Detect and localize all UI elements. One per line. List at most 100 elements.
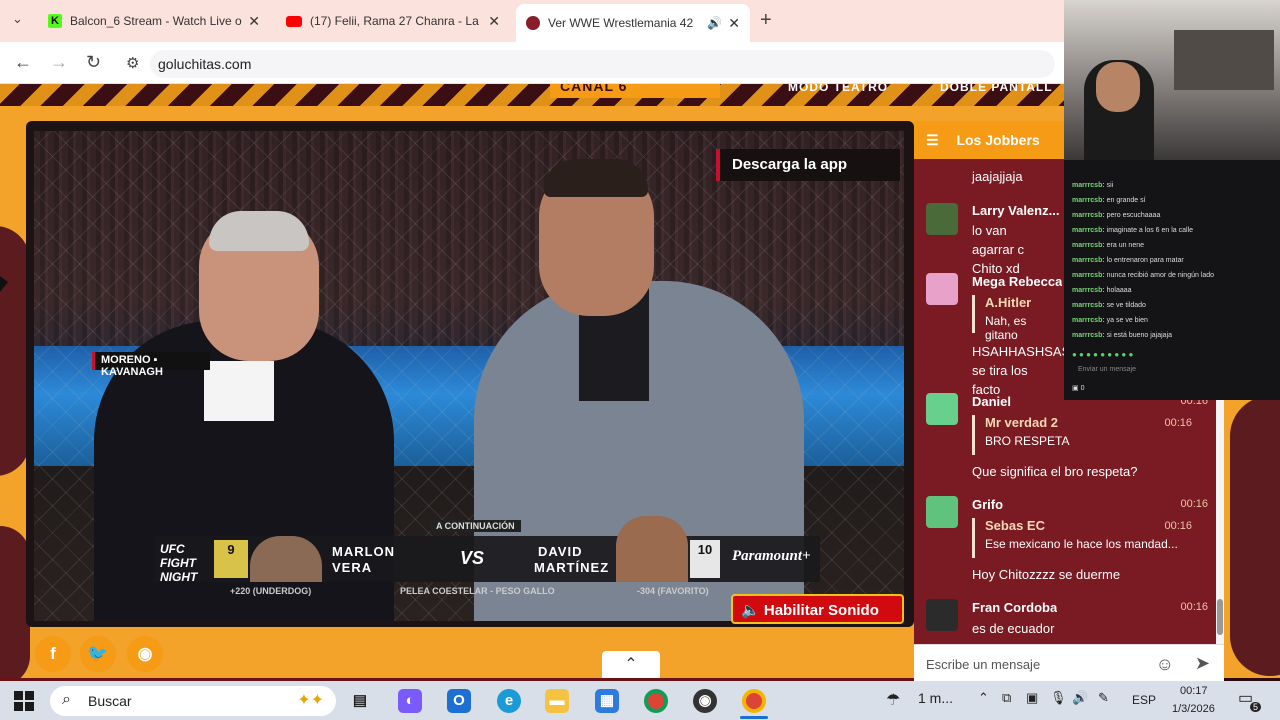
clock-time[interactable]: 00:17 bbox=[1180, 685, 1208, 697]
chevron-up-icon[interactable]: ⌃ bbox=[602, 651, 660, 679]
stream-chat-line: marrrcsb: si está bueno jajajaja bbox=[1072, 332, 1173, 339]
mouse-cursor bbox=[0, 276, 8, 292]
close-icon[interactable]: ✕ bbox=[248, 13, 260, 30]
hair bbox=[209, 211, 309, 251]
tab-title: Ver WWE Wrestlemania 42 bbox=[548, 16, 694, 30]
message-text: HSAHHASHSAS se tira los facto bbox=[972, 344, 1071, 397]
emote-row: ● ● ● ● ● ● ● ● ● bbox=[1072, 350, 1134, 359]
quoted-text: Nah, es gitano bbox=[985, 314, 1027, 342]
stream-chat-line: marrrcsb: se ve tildado bbox=[1072, 302, 1146, 309]
outlook-icon[interactable]: O bbox=[447, 689, 471, 713]
next-label: A CONTINUACIÓN bbox=[430, 520, 521, 532]
username[interactable]: Larry Valenz... bbox=[972, 203, 1059, 218]
weather-icon[interactable]: ☂ bbox=[886, 690, 900, 710]
chevron-up-icon[interactable]: ⌃ bbox=[978, 690, 989, 706]
quoted-text: BRO RESPETA bbox=[985, 434, 1070, 448]
speaker-icon: 🔈 bbox=[741, 602, 760, 619]
site-icon bbox=[526, 16, 540, 30]
teams-icon[interactable]: ▣ bbox=[1026, 690, 1038, 706]
theater-mode-button[interactable]: MODO TEATRO bbox=[788, 84, 888, 94]
paramount-logo: Paramount+ bbox=[732, 548, 811, 564]
twitter-icon[interactable]: 🐦 bbox=[80, 636, 116, 672]
edge-icon[interactable]: e bbox=[497, 689, 521, 713]
quoted-message[interactable]: A.Hitler Nah, es gitano bbox=[972, 295, 1062, 342]
store-icon[interactable]: ▦ bbox=[595, 689, 619, 713]
header-stripes bbox=[0, 84, 1064, 106]
close-icon[interactable]: ✕ bbox=[728, 15, 740, 32]
tray-app-icon[interactable]: ⧉ bbox=[1002, 690, 1011, 706]
avatar[interactable] bbox=[926, 273, 958, 305]
background-people bbox=[1174, 30, 1274, 90]
viewer-count: ▣ 0 bbox=[1072, 385, 1085, 392]
notification-badge: 5 bbox=[1250, 702, 1262, 712]
stream-chat-input[interactable]: Enviar un mensaje bbox=[1078, 366, 1272, 378]
discord-icon[interactable]: ◉ bbox=[127, 636, 163, 672]
back-icon[interactable]: ← bbox=[14, 52, 32, 73]
close-icon[interactable]: ✕ bbox=[488, 13, 500, 30]
tab-youtube[interactable]: (17) Felii, Rama 27 Chanra - La ✕ bbox=[276, 6, 510, 36]
url-field[interactable]: goluchitas.com bbox=[150, 50, 1055, 78]
avatar[interactable] bbox=[926, 393, 958, 425]
clock-date[interactable]: 1/3/2026 bbox=[1172, 703, 1215, 715]
shirt bbox=[204, 361, 274, 421]
stream-chat-line: marrrcsb: ya se ve bien bbox=[1072, 317, 1148, 324]
copilot-icon[interactable]: ◐ bbox=[398, 689, 422, 713]
enable-sound-label: Habilitar Sonido bbox=[763, 602, 879, 619]
avatar[interactable] bbox=[926, 203, 958, 235]
chrome-icon[interactable] bbox=[644, 689, 668, 713]
menu-icon[interactable]: ☰ bbox=[926, 132, 939, 148]
quoted-message[interactable]: Sebas EC 00:16 Ese mexicano le hace los … bbox=[972, 518, 1206, 558]
reload-icon[interactable]: ↻ bbox=[86, 52, 101, 73]
chrome-active-icon[interactable] bbox=[742, 689, 766, 713]
enable-sound-button[interactable]: 🔈 Habilitar Sonido bbox=[731, 594, 904, 624]
scroll-thumb[interactable] bbox=[1217, 599, 1223, 635]
avatar[interactable] bbox=[926, 496, 958, 528]
avatar[interactable] bbox=[926, 599, 958, 631]
username[interactable]: Grifo bbox=[972, 497, 1003, 512]
taskbar-search[interactable]: ⌕ Buscar ✦✦ bbox=[50, 686, 336, 716]
stream-chat-line: marrrcsb: lo entrenaron para matar bbox=[1072, 257, 1184, 264]
quoted-text: Ese mexicano le hace los mandad... bbox=[985, 537, 1178, 551]
username[interactable]: Fran Cordoba bbox=[972, 600, 1057, 615]
stream-chat-line: marrrcsb: era un nene bbox=[1072, 242, 1145, 249]
send-icon[interactable]: ➤ bbox=[1195, 653, 1210, 674]
search-icon: ⌕ bbox=[62, 691, 71, 708]
header-channel[interactable]: CANAL 6 bbox=[560, 84, 627, 94]
double-screen-button[interactable]: DOBLE PANTALL bbox=[940, 84, 1053, 94]
fighter1-photo bbox=[250, 536, 322, 582]
facebook-icon[interactable]: f bbox=[35, 636, 71, 672]
volume-icon[interactable]: 🔊 bbox=[1072, 690, 1088, 706]
language-indicator[interactable]: ESP bbox=[1132, 693, 1156, 707]
tab-wwe[interactable]: Ver WWE Wrestlemania 42 🔊 ✕ bbox=[516, 4, 750, 42]
obs-icon[interactable]: ◉ bbox=[693, 689, 717, 713]
site-info-icon[interactable]: ⚙ bbox=[126, 54, 139, 72]
fighter2-first-name: DAVID bbox=[538, 544, 583, 559]
quoted-message[interactable]: Mr verdad 2 00:16 BRO RESPETA bbox=[972, 415, 1206, 455]
chat-input[interactable]: Escribe un mensaje ☺ ➤ bbox=[914, 644, 1224, 682]
username[interactable]: Mega Rebecca bbox=[972, 274, 1062, 289]
tab-title: (17) Felii, Rama 27 Chanra - La bbox=[310, 14, 479, 28]
download-app-banner[interactable]: Descarga la app bbox=[716, 149, 900, 181]
vs-label: VS bbox=[460, 548, 485, 568]
emoji-icon[interactable]: ☺ bbox=[1156, 654, 1174, 675]
sparkle-icon: ✦✦ bbox=[297, 692, 324, 709]
stream-chat-line: marrrcsb: nunca recibió amor de ningún l… bbox=[1072, 272, 1215, 279]
fighter2-odds: -304 (FAVORITO) bbox=[637, 586, 709, 596]
speaker-icon[interactable]: 🔊 bbox=[707, 16, 722, 30]
start-button[interactable] bbox=[14, 691, 34, 711]
task-view-icon[interactable]: ▤ bbox=[348, 689, 372, 713]
new-tab-button[interactable]: + bbox=[760, 9, 772, 32]
microphone-icon[interactable]: 🎙 bbox=[1050, 690, 1067, 706]
search-label: Buscar bbox=[88, 693, 132, 709]
pen-icon[interactable]: ✎ bbox=[1098, 690, 1109, 706]
tab-kick[interactable]: K Balcon_6 Stream - Watch Live o ✕ bbox=[38, 6, 270, 36]
fighter1-odds: +220 (UNDERDOG) bbox=[230, 586, 312, 596]
fighter2-rank: 10 bbox=[690, 540, 720, 578]
fighter1-rank: 9 bbox=[214, 540, 248, 578]
forward-icon[interactable]: → bbox=[50, 52, 68, 73]
tab-search-icon[interactable]: ⌄ bbox=[12, 11, 23, 27]
weather-label[interactable]: 1 m... bbox=[918, 690, 953, 706]
username[interactable]: Daniel bbox=[972, 394, 1011, 409]
chat-input-placeholder: Escribe un mensaje bbox=[926, 657, 1041, 672]
file-explorer-icon[interactable]: ▬ bbox=[545, 689, 569, 713]
